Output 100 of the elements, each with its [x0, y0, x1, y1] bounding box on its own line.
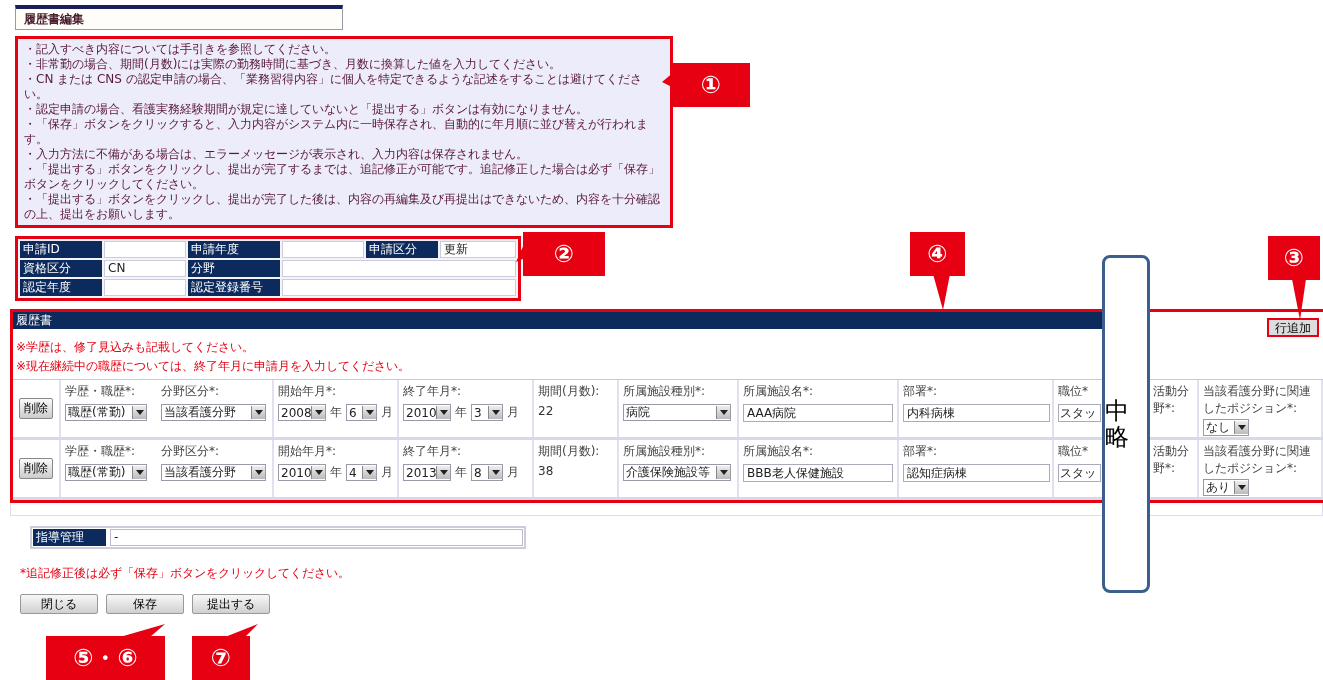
dropdown-arrow-icon — [314, 470, 323, 475]
field-label: 学歴・職歴*: — [65, 443, 137, 460]
select-field[interactable]: 当該看護分野 — [161, 404, 266, 421]
dropdown-arrow-icon — [491, 470, 500, 475]
unit-label: 年 — [330, 404, 342, 421]
field-label: 開始年月*: — [278, 443, 338, 460]
notice-text: ・入力方法に不備がある場合は、エラーメッセージが表示され、入力内容は保存されません。 — [24, 147, 529, 162]
add-row-button[interactable]: 行追加 — [1267, 318, 1319, 337]
field-label: 活動分野*: — [1153, 443, 1190, 477]
page-title: 履歴書編集 — [15, 5, 343, 30]
field-label: 分野区分*: — [161, 383, 221, 400]
info-label: 認定登録番号 — [188, 279, 280, 296]
unit-label: 月 — [507, 464, 519, 481]
unit-label: 月 — [381, 404, 393, 421]
note-text: ※学歴は、修了見込みも記載してください。 — [16, 339, 256, 356]
unit-label: 年 — [330, 464, 342, 481]
select-field[interactable]: 4 — [346, 464, 377, 481]
select-field[interactable]: 2010 — [403, 404, 451, 421]
info-label: 資格区分 — [20, 260, 102, 277]
period-value: 22 — [538, 404, 555, 418]
unit-label: 月 — [507, 404, 519, 421]
text-field[interactable]: スタッ — [1058, 404, 1101, 422]
delete-button[interactable]: 削除 — [19, 458, 53, 479]
info-label: 指導管理 — [33, 529, 106, 546]
field-label: 活動分野*: — [1153, 383, 1190, 417]
field-label: 当該看護分野に関連したポジション*: — [1203, 443, 1312, 477]
select-field[interactable]: 職歴(常勤) — [65, 404, 147, 421]
field-label: 期間(月数): — [538, 383, 601, 400]
omission-banner: 中略 — [1102, 255, 1150, 593]
text-field[interactable]: BBB老人保健施設 — [743, 464, 893, 482]
notice-text: ・記入すべき内容については手引きを参照してください。 — [24, 42, 337, 57]
text-field[interactable]: AAA病院 — [743, 404, 893, 422]
info-label: 分野 — [188, 260, 280, 277]
field-label: 当該看護分野に関連したポジション*: — [1203, 383, 1312, 417]
note-text: ※現在継続中の職歴については、終了年月に申請月を入力してください。 — [16, 358, 412, 375]
field-label: 所属施設名*: — [743, 383, 815, 400]
dropdown-arrow-icon — [1237, 485, 1246, 490]
dropdown-arrow-icon — [135, 470, 144, 475]
text-field[interactable]: 内科病棟 — [903, 404, 1050, 422]
notice-text: ・CN または CNS の認定申請の場合、「業務習得内容」に個人を特定できるような記述をすることは避けてください。 — [24, 72, 643, 102]
dropdown-arrow-icon — [439, 410, 448, 415]
select-field[interactable]: 2010 — [278, 464, 326, 481]
period-value: 38 — [538, 464, 555, 478]
callout-label: ④ — [910, 232, 965, 276]
field-label: 終了年月*: — [403, 383, 463, 400]
dropdown-arrow-icon — [491, 410, 500, 415]
dropdown-arrow-icon — [719, 410, 728, 415]
field-label: 職位* — [1058, 443, 1089, 460]
callout-label: ② — [523, 232, 605, 276]
select-field[interactable]: あり — [1203, 479, 1249, 496]
text-field[interactable]: 認知症病棟 — [903, 464, 1050, 482]
select-field[interactable]: 2013 — [403, 464, 451, 481]
field-label: 開始年月*: — [278, 383, 338, 400]
action-button[interactable]: 提出する — [192, 594, 270, 614]
field-label: 学歴・職歴*: — [65, 383, 137, 400]
select-field[interactable]: 3 — [471, 404, 503, 421]
field-label: 終了年月*: — [403, 443, 463, 460]
field-label: 所属施設種別*: — [623, 443, 707, 460]
dropdown-arrow-icon — [314, 410, 323, 415]
dropdown-arrow-icon — [135, 410, 144, 415]
unit-label: 年 — [455, 404, 467, 421]
field-label: 所属施設種別*: — [623, 383, 707, 400]
field-label: 期間(月数): — [538, 443, 601, 460]
field-label: 部署*: — [903, 443, 939, 460]
select-field[interactable]: 病院 — [623, 404, 731, 421]
select-field[interactable]: 介護保険施設等 — [623, 464, 731, 481]
notice-text: ・「保存」ボタンをクリックすると、入力内容がシステム内に一時保存され、自動的に年月順に並び替えが行われます。 — [24, 117, 649, 147]
unit-label: 年 — [455, 464, 467, 481]
delete-button[interactable]: 削除 — [19, 398, 53, 419]
field-label: 職位* — [1058, 383, 1089, 400]
select-field[interactable]: 職歴(常勤) — [65, 464, 147, 481]
notice-text: ・認定申請の場合、看護実務経験期間が規定に達していないと「提出する」ボタンは有効になりません。 — [24, 102, 589, 117]
info-label: 申請年度 — [188, 241, 280, 258]
field-label: 所属施設名*: — [743, 443, 815, 460]
dropdown-arrow-icon — [365, 470, 374, 475]
select-field[interactable]: 8 — [471, 464, 503, 481]
notice-text: ・「提出する」ボタンをクリックし、提出が完了するまでは、追記修正が可能です。追記修正した場合は必ず「保存」ボタンをクリックしてください。 — [24, 162, 661, 192]
info-label: 申請ID — [20, 241, 102, 258]
info-value: 更新 — [440, 241, 516, 258]
action-button[interactable]: 閉じる — [20, 594, 98, 614]
select-field[interactable]: 2008 — [278, 404, 326, 421]
dropdown-arrow-icon — [439, 470, 448, 475]
info-label: 申請区分 — [366, 241, 438, 258]
unit-label: 月 — [381, 464, 393, 481]
dropdown-arrow-icon — [254, 410, 263, 415]
text-field[interactable]: スタッ — [1058, 464, 1101, 482]
dropdown-arrow-icon — [719, 470, 728, 475]
notice-text: ・非常勤の場合、期間(月数)には実際の勤務時間に基づき、月数に換算した値を入力してください。 — [24, 57, 563, 72]
field-label: 分野区分*: — [161, 443, 221, 460]
notice-text: ・「提出する」ボタンをクリックし、提出が完了した後は、内容の再編集及び再提出はできないため、内容を十分確認の上、提出をお願いします。 — [24, 192, 661, 222]
section-header: 履歴書 — [13, 312, 1104, 329]
dropdown-arrow-icon — [254, 470, 263, 475]
select-field[interactable]: なし — [1203, 419, 1249, 436]
action-button[interactable]: 保存 — [106, 594, 184, 614]
field-label: 部署*: — [903, 383, 939, 400]
select-field[interactable]: 当該看護分野 — [161, 464, 266, 481]
select-field[interactable]: 6 — [346, 404, 377, 421]
info-value: - — [110, 529, 523, 546]
callout-label: ③ — [1268, 236, 1320, 280]
note-text: *追記修正後は必ず「保存」ボタンをクリックしてください。 — [20, 565, 351, 582]
